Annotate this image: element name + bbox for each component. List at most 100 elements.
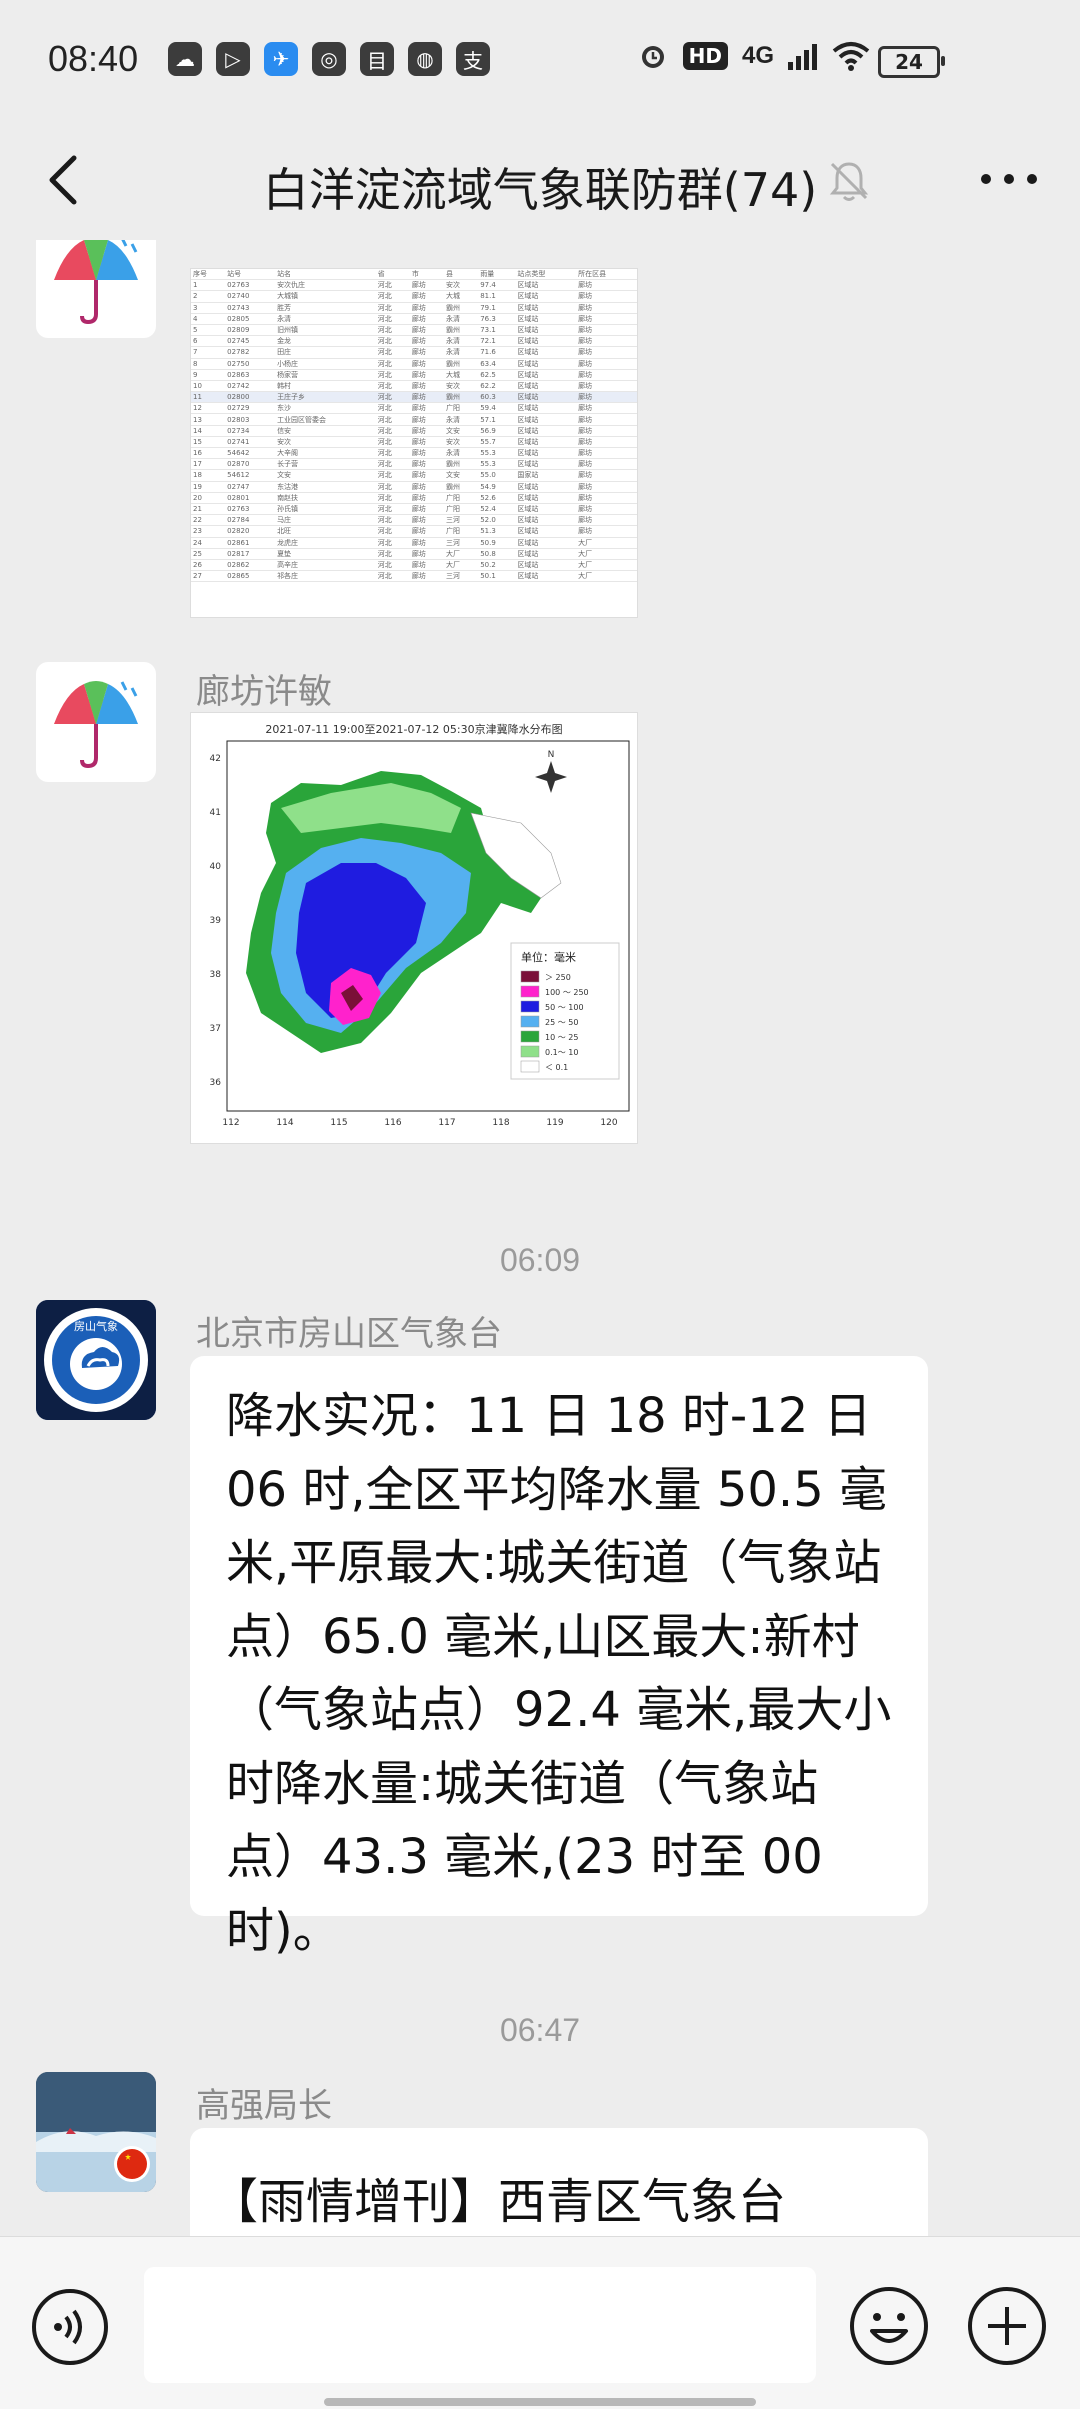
table-cell: 23 [191,525,226,538]
table-row: 16 54642 大辛阁 河北 廊坊 永清 55.3 区域站 廊坊 [191,447,637,460]
table-cell: 文安 [444,425,479,437]
table-row: 22 02784 马庄 河北 廊坊 三河 52.0 区域站 廊坊 [191,514,637,527]
sender-name: 北京市房山区气象台 [196,1314,502,1354]
table-cell: 76.3 [478,313,516,325]
message-bubble[interactable]: 降水实况：11 日 18 时-12 日 06 时,全区平均降水量 50.5 毫米,… [190,1356,928,1959]
map-plot: N 单位：毫米 ＞ 250 100 ～ 250 50 ～ 100 25 ～ 50 10 … [210,740,630,1128]
table-cell: 72.1 [478,335,516,348]
notification-icons: ☁ ▷ ✈ ◎ 目 ◍ 支 [168,42,490,76]
table-image[interactable]: 序号 站号 站名省市县雨量 站点类型 所在区县 1 02763 安次仇庄 河北 廊坊 安次 97.4 区… [190,268,638,618]
table-cell: 雨量 [478,269,516,281]
table-cell: 02745 [225,335,276,348]
table-cell: 50.1 [478,570,516,583]
message-list[interactable]: 序号 站号 站名省市县雨量 站点类型 所在区县 1 02763 安次仇庄 河北 廊坊 安次 97.4 区… [0,240,1080,2236]
x-tick-label: 115 [330,1118,347,1128]
table-cell: 安次 [444,380,479,393]
rainfall-map-image[interactable]: 2021-07-11 19:00至2021-07-12 05:30京津冀降水分布… [190,712,638,1144]
x-tick-label: 117 [438,1118,455,1128]
table-cell: 廊坊 [409,570,445,583]
x-tick-label: 120 [600,1118,617,1128]
legend-label: 50 ～ 100 [545,1003,584,1012]
table-cell: 区域站 [515,525,577,538]
table-cell: 02742 [225,380,276,393]
table-cell: 59.4 [478,402,516,415]
emoji-button[interactable] [848,2285,930,2367]
table-cell: 25 [191,548,226,560]
avatar[interactable] [36,2072,156,2192]
table-cell: 信安 [275,425,376,437]
table-cell: 02782 [225,346,276,359]
table-cell: 河北 [375,380,410,393]
table-cell: 区域站 [515,514,577,527]
x-tick-label: 119 [546,1118,563,1128]
table-cell: 02863 [225,369,276,381]
table-cell: 1 [191,279,226,292]
legend-label: ＞ 250 [545,973,571,982]
legend-swatch [520,1030,540,1043]
table-cell: 62.5 [478,369,516,381]
table-row: 14 02734 信安 河北 廊坊 文安 56.9 区域站 廊坊 [191,425,637,437]
table-cell: 22 [191,514,226,527]
message-text-line: 点）43.3 毫米,(23 时至 00 时)。 [226,1829,823,1959]
table-cell: 北旺 [275,525,376,538]
hd-badge: HD [682,42,728,70]
avatar[interactable]: 房山气象 [36,1300,156,1420]
table-cell: 15 [191,436,226,449]
table-cell: 3 [191,302,226,314]
home-indicator[interactable] [324,2398,756,2406]
x-tick-label: 114 [276,1118,293,1128]
table-cell: 50.8 [478,548,516,560]
more-functions-button[interactable] [966,2285,1048,2367]
table-cell: 广阳 [444,525,479,538]
table-cell: 廊坊 [576,503,637,516]
avatar[interactable] [36,662,156,782]
message-bubble[interactable]: 【雨情增刊】西青区气象台 [190,2128,928,2236]
table-row: 12 02729 东沙 河北 廊坊 广阳 59.4 区域站 廊坊 [191,402,637,415]
table-cell: 省 [375,269,410,281]
table-row: 11 02800 王庄子乡 河北 廊坊 霸州 60.3 区域站 廊坊 [191,391,637,404]
table-row: 13 02803 工业园区管委会 河北 廊坊 永清 57.1 区域站 廊坊 [191,413,637,426]
table-cell: 永清 [444,335,479,348]
table-cell: 河北 [375,469,410,482]
table-cell: 02820 [225,525,276,538]
table-cell: 16 [191,447,226,460]
more-options-button[interactable] [974,154,1044,204]
table-cell: 廊坊 [576,425,637,437]
table-cell: 廊坊 [576,324,637,337]
table-cell: 55.3 [478,458,516,471]
table-cell: 河北 [375,525,410,538]
table-cell: 安次 [444,279,479,292]
table-cell: 廊坊 [576,380,637,393]
play-icon: ▷ [216,42,250,76]
table-cell: 河北 [375,537,410,549]
table-cell: 市 [409,269,445,281]
table-cell: 51.3 [478,525,516,538]
table-cell: 大厂 [444,559,479,572]
table-cell: 杨家营 [275,369,376,381]
legend-label: 0.1～ 10 [545,1048,578,1057]
table-row: 21 02763 孙氏镇 河北 廊坊 广阳 52.4 区域站 廊坊 [191,503,637,516]
avatar[interactable] [36,240,156,338]
table-cell: 田庄 [275,346,376,359]
table-cell: 廊坊 [409,335,445,348]
table-cell: 区域站 [515,369,577,381]
table-row: 15 02741 安次 河北 廊坊 安次 55.7 区域站 廊坊 [191,436,637,449]
table-cell: 71.6 [478,346,516,359]
table-cell: 文安 [444,469,479,482]
table-cell: 河北 [375,302,410,314]
table-cell: 大厂 [576,559,637,572]
voice-input-button[interactable] [30,2287,110,2367]
table-cell: 02865 [225,570,276,583]
message-text-line: 米,平原最大:城关街道（气象站 [226,1535,882,1591]
table-cell: 霸州 [444,481,479,493]
table-cell: 河北 [375,279,410,292]
legend-swatch [520,1000,540,1013]
table-row: 序号 站号 站名省市县雨量 站点类型 所在区县 [191,269,637,281]
message-input[interactable] [144,2267,816,2383]
table-cell: 廊坊 [576,402,637,415]
table-cell: 廊坊 [409,436,445,449]
legend-swatch [520,1015,540,1028]
table-cell: 大厂 [576,537,637,549]
table-cell: 廊坊 [576,335,637,348]
wechat-icon: ☁ [168,42,202,76]
